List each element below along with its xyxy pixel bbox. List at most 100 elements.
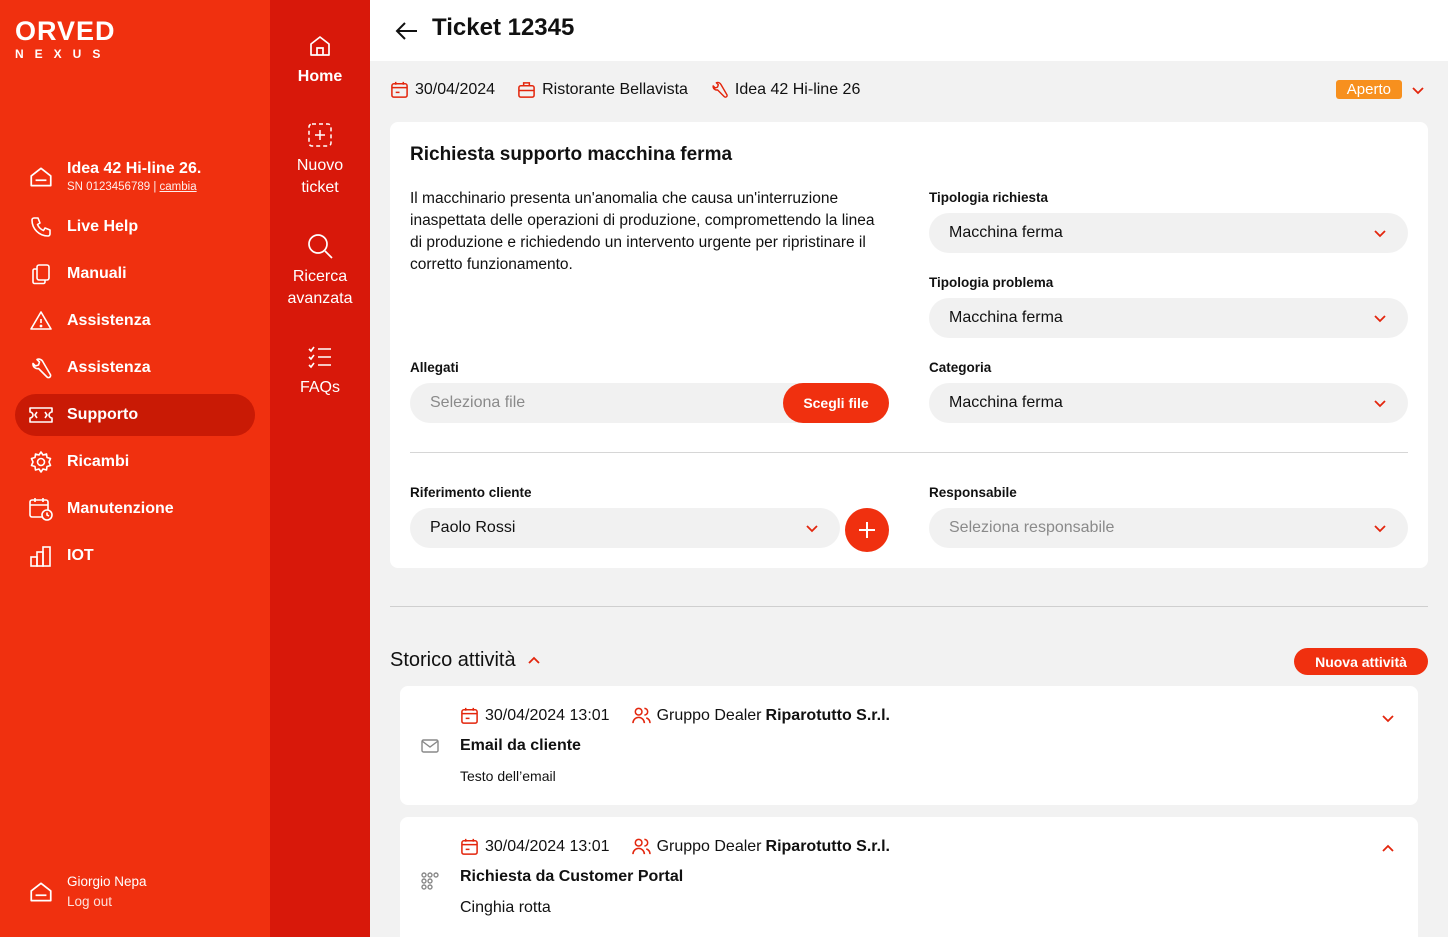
sidebar-item-label: Supporto: [67, 406, 139, 423]
gear-icon: [30, 451, 52, 473]
sidebar-item-supporto[interactable]: Supporto: [15, 394, 255, 436]
categoria-value: Macchina ferma: [949, 394, 1063, 411]
new-activity-button[interactable]: Nuova attività: [1294, 648, 1428, 675]
sidebar-item-label: Ricambi: [67, 453, 130, 470]
rail-search-label-1: Ricerca: [292, 268, 348, 285]
users-icon: [631, 707, 651, 724]
ticket-form-card: Richiesta supporto macchina ferma Il mac…: [390, 122, 1428, 568]
section-divider: [390, 606, 1428, 607]
sidebar-item-assistenza-tools[interactable]: Assistenza: [15, 347, 255, 389]
logout-link[interactable]: Log out: [67, 892, 147, 912]
chevron-down-icon[interactable]: [1380, 710, 1396, 726]
sidebar-nav: Live Help Manuali Assistenza Assistenza …: [15, 206, 255, 582]
chevron-up-icon: [527, 656, 540, 664]
rail-faqs-label: FAQs: [299, 379, 340, 396]
sidebar-item-iot[interactable]: IOT: [15, 535, 255, 577]
sidebar: ORVED NEXUS Idea 42 Hi-line 26. SN 01234…: [0, 0, 270, 937]
sidebar-item-label: Assistenza: [67, 312, 151, 329]
riferimento-cliente-select[interactable]: Paolo Rossi: [410, 508, 840, 548]
add-client-button[interactable]: [845, 508, 889, 552]
change-machine-link[interactable]: cambia: [160, 181, 197, 193]
activity-title: Email da cliente: [460, 737, 581, 754]
machine-selector: Idea 42 Hi-line 26. SN 0123456789 | camb…: [28, 158, 201, 194]
rail-home[interactable]: Home: [270, 32, 370, 88]
activity-datetime: 30/04/2024 13:01: [485, 837, 610, 855]
ticket-machine: Idea 42 Hi-line 26: [734, 80, 861, 98]
warning-icon: [30, 311, 52, 330]
responsabile-select[interactable]: Seleziona responsabile: [929, 508, 1408, 548]
rail-faqs[interactable]: FAQs: [270, 343, 370, 399]
page-header: Ticket 12345: [370, 0, 1448, 61]
rail-advanced-search[interactable]: Ricerca avanzata: [270, 232, 370, 310]
activity-card[interactable]: 30/04/2024 13:01 Gruppo Dealer Riparotut…: [400, 817, 1418, 937]
machine-icon: [30, 167, 52, 187]
riferimento-cliente-label: Riferimento cliente: [410, 485, 532, 500]
back-arrow-icon[interactable]: [394, 18, 420, 44]
status-selector[interactable]: Aperto: [1335, 80, 1426, 99]
file-picker: Seleziona file Scegli file: [410, 383, 889, 423]
activity-datetime: 30/04/2024 13:01: [485, 706, 610, 724]
history-header[interactable]: Storico attività: [390, 649, 542, 672]
tipologia-richiesta-value: Macchina ferma: [949, 224, 1063, 241]
sidebar-item-ricambi[interactable]: Ricambi: [15, 441, 255, 483]
categoria-label: Categoria: [929, 360, 992, 375]
allegati-label: Allegati: [410, 360, 459, 375]
activity-card[interactable]: 30/04/2024 13:01 Gruppo Dealer Riparotut…: [400, 686, 1418, 805]
tipologia-problema-select[interactable]: Macchina ferma: [929, 298, 1408, 338]
quick-rail: Home Nuovo ticket Ricerca avanzata FAQs: [270, 0, 370, 937]
ticket-date: 30/04/2024: [415, 80, 496, 98]
phone-icon: [31, 217, 51, 237]
responsabile-label: Responsabile: [929, 485, 1017, 500]
tipologia-problema-label: Tipologia problema: [929, 275, 1054, 290]
sidebar-item-assistenza-alert[interactable]: Assistenza: [15, 300, 255, 342]
sidebar-item-label: IOT: [67, 547, 94, 564]
activity-group-name: Riparotutto S.r.l.: [765, 706, 890, 724]
add-ticket-icon: [308, 123, 332, 147]
users-icon: [631, 838, 651, 855]
calendar-clock-icon: [29, 498, 53, 521]
request-description: Il macchinario presenta un'anomalia che …: [410, 190, 875, 273]
wrench-icon: [32, 358, 52, 379]
chevron-down-icon: [1412, 86, 1424, 94]
home-icon: [310, 36, 330, 56]
activity-title: Richiesta da Customer Portal: [460, 868, 684, 885]
sidebar-item-label: Manutenzione: [67, 500, 174, 517]
tipologia-richiesta-label: Tipologia richiesta: [929, 190, 1049, 205]
rail-new-ticket-label-2: ticket: [301, 179, 339, 196]
search-icon: [308, 234, 333, 259]
tipologia-richiesta-select[interactable]: Macchina ferma: [929, 213, 1408, 253]
sidebar-item-label: Live Help: [67, 218, 139, 235]
activity-group-prefix: Gruppo Dealer: [656, 837, 762, 855]
sidebar-item-label: Assistenza: [67, 359, 151, 376]
activity-group-name: Riparotutto S.r.l.: [765, 837, 890, 855]
ticket-client: Ristorante Bellavista: [542, 80, 688, 98]
form-divider: [410, 452, 1408, 453]
ticket-icon: [29, 407, 53, 423]
mail-icon: [421, 739, 439, 753]
checklist-icon: [308, 346, 331, 369]
ticket-meta: 30/04/2024 Ristorante Bellavista Idea 42…: [390, 80, 882, 99]
machine-serial: SN 0123456789: [67, 181, 151, 193]
user-home-icon: [30, 882, 52, 902]
chevron-down-icon: [1374, 230, 1386, 238]
tipologia-problema-value: Macchina ferma: [949, 309, 1063, 326]
rail-new-ticket-label-1: Nuovo: [296, 157, 344, 174]
wrench-icon: [712, 81, 728, 98]
rail-new-ticket[interactable]: Nuovo ticket: [270, 121, 370, 199]
chevron-up-icon[interactable]: [1380, 841, 1396, 857]
sidebar-item-manutenzione[interactable]: Manutenzione: [15, 488, 255, 530]
portal-icon: [421, 872, 439, 890]
choose-file-button[interactable]: Scegli file: [783, 383, 889, 423]
categoria-select[interactable]: Macchina ferma: [929, 383, 1408, 423]
user-panel: Giorgio Nepa Log out: [28, 872, 147, 912]
sidebar-item-manuali[interactable]: Manuali: [15, 253, 255, 295]
activity-body: Testo dell’email: [460, 768, 556, 784]
brand-logo[interactable]: ORVED NEXUS: [15, 18, 116, 62]
status-badge: Aperto: [1335, 80, 1402, 99]
bar-chart-icon: [30, 546, 51, 567]
activity-meta: 30/04/2024 13:01 Gruppo Dealer Riparotut…: [460, 837, 890, 856]
sidebar-item-live-help[interactable]: Live Help: [15, 206, 255, 248]
brand-line2: NEXUS: [15, 47, 112, 61]
briefcase-icon: [518, 82, 535, 98]
chevron-down-icon: [1374, 525, 1386, 533]
